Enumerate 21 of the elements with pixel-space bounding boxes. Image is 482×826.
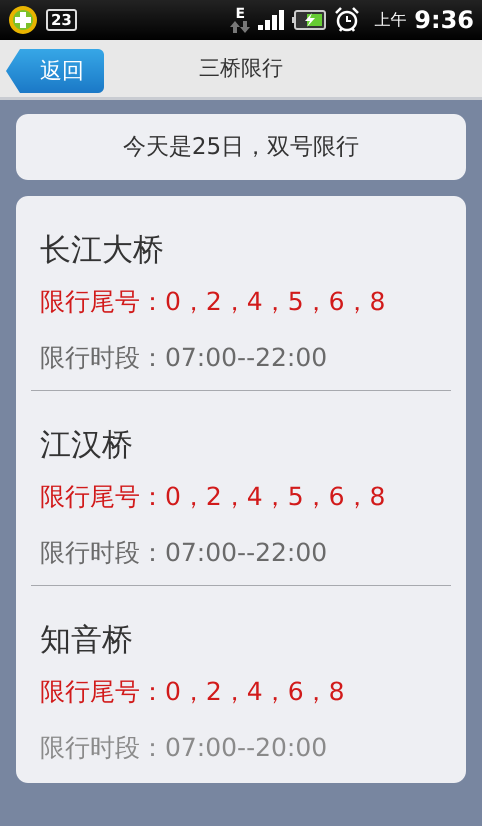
bridge-name: 江汉桥 (40, 427, 134, 464)
restricted-plates: 限行尾号：0，2，4，5，6，8 (40, 286, 386, 318)
clock-time: 9:36 (414, 5, 474, 36)
date-notice: 今天是25日，双号限行 (122, 132, 360, 162)
back-button[interactable]: 返回 (6, 49, 104, 93)
am-pm-label: 上午 (374, 9, 406, 31)
battery-charging-icon (292, 10, 326, 30)
network-type: E (236, 7, 246, 21)
signal-icon (258, 10, 284, 30)
restriction-hours: 限行时段：07:00--22:00 (40, 342, 328, 374)
notification-badge: 23 (46, 9, 77, 31)
data-arrows-icon (230, 21, 250, 33)
restricted-plates: 限行尾号：0，2，4，5，6，8 (40, 481, 386, 514)
bridge-name: 知音桥 (40, 622, 134, 660)
plus-icon (8, 5, 38, 35)
page-title: 三桥限行 (199, 54, 283, 82)
restriction-hours: 限行时段：07:00--22:00 (40, 536, 328, 569)
bridge-name: 长江大桥 (40, 232, 165, 270)
restriction-hours: 限行时段：07:00--20:00 (40, 732, 328, 764)
restricted-plates: 限行尾号：0，2，4，6，8 (40, 676, 346, 708)
alarm-clock-icon (334, 7, 360, 33)
